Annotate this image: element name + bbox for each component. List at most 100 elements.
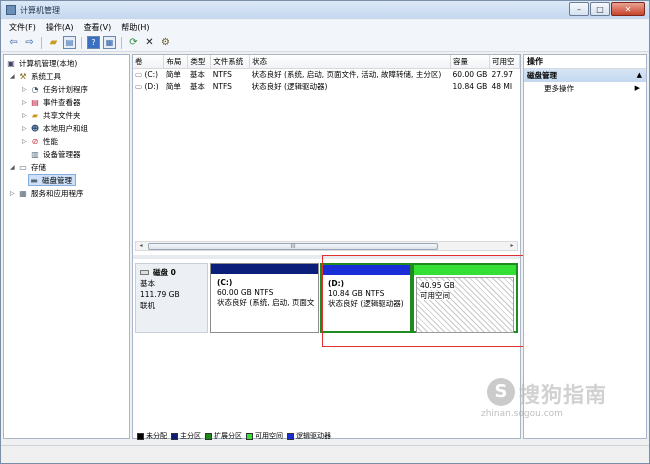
- actions-section-disk-management[interactable]: 磁盘管理 ▲: [524, 69, 646, 82]
- disk-size: 111.79 GB: [140, 290, 180, 299]
- expanded-arrow-icon[interactable]: ◢: [10, 164, 18, 171]
- navigation-tree: ▣ 计算机管理(本地) ◢ ⚒ 系统工具 ▷ ◔ 任务计划程序 ▷ ▤ 事件查看…: [3, 54, 130, 439]
- legend-swatch: [287, 432, 294, 440]
- partition-c-bar: [211, 264, 318, 274]
- event-viewer-icon: ▤: [31, 97, 39, 107]
- column-header-layout[interactable]: 布局: [163, 55, 189, 69]
- menu-action[interactable]: 操作(A): [46, 22, 74, 33]
- title-bar[interactable]: 计算机管理 – □ ✕: [1, 1, 649, 19]
- tree-item-storage[interactable]: ◢ ▭ 存储: [10, 161, 46, 173]
- show-hide-tree-icon[interactable]: ▤: [63, 36, 76, 49]
- tree-item-system-tools[interactable]: ◢ ⚒ 系统工具: [10, 70, 61, 82]
- column-header-filesystem[interactable]: 文件系统: [210, 55, 251, 69]
- scroll-right-icon[interactable]: ▸: [507, 242, 517, 250]
- column-header-free-space[interactable]: 可用空: [489, 55, 520, 69]
- legend-label: 逻辑驱动器: [296, 432, 331, 440]
- legend-swatch: [171, 432, 178, 440]
- help-icon[interactable]: ?: [87, 36, 100, 49]
- disk-name: 磁盘 0: [153, 268, 176, 277]
- actions-header: 操作: [524, 55, 646, 69]
- horizontal-scrollbar[interactable]: ◂ III ▸: [135, 241, 518, 251]
- tree-item-local-users-groups[interactable]: ▷ ☻ 本地用户和组: [22, 122, 88, 134]
- collapsed-arrow-icon[interactable]: ▷: [22, 112, 30, 119]
- properties-icon[interactable]: ▦: [103, 36, 116, 49]
- device-manager-icon: ▥: [31, 149, 39, 159]
- toolbar-separator: [41, 36, 42, 49]
- table-row[interactable]: ▭ (D:) 简单 基本 NTFS 状态良好 (逻辑驱动器) 10.84 GB …: [133, 80, 520, 92]
- legend-label: 主分区: [180, 432, 201, 440]
- collapsed-arrow-icon[interactable]: ▷: [22, 86, 30, 93]
- computer-icon: ▣: [7, 58, 15, 68]
- tree-item-disk-management[interactable]: ▬ 磁盘管理: [28, 174, 76, 186]
- legend-label: 可用空间: [255, 432, 283, 440]
- legend-item-logical-drive: 逻辑驱动器: [287, 431, 331, 441]
- menu-bar: 文件(F) 操作(A) 查看(V) 帮助(H): [1, 20, 649, 34]
- back-arrow-icon[interactable]: ⇦: [7, 36, 20, 49]
- watermark-url: zhinan.sogou.com: [481, 409, 563, 419]
- menu-help[interactable]: 帮助(H): [121, 22, 149, 33]
- tree-item-services-applications[interactable]: ▷ ▦ 服务和应用程序: [10, 187, 84, 199]
- tree-item-task-scheduler[interactable]: ▷ ◔ 任务计划程序: [22, 83, 88, 95]
- partition-d-bar: [322, 265, 410, 275]
- column-header-status[interactable]: 状态: [249, 55, 452, 69]
- toolbar-separator: [81, 36, 82, 49]
- folder-up-icon[interactable]: ▰: [47, 36, 60, 49]
- tree-item-event-viewer[interactable]: ▷ ▤ 事件查看器: [22, 96, 81, 108]
- clock-icon: ◔: [31, 84, 39, 94]
- delete-icon[interactable]: ✕: [143, 36, 156, 49]
- column-header-type[interactable]: 类型: [187, 55, 212, 69]
- partition-d[interactable]: (D:) 10.84 GB NTFS 状态良好 (逻辑驱动器): [320, 263, 412, 333]
- partition-size: 10.84 GB NTFS: [328, 289, 385, 298]
- legend-item-extended: 扩展分区: [205, 431, 242, 441]
- tree-item-label: 计算机管理(本地): [19, 58, 78, 68]
- scrollbar-thumb[interactable]: III: [148, 243, 438, 250]
- users-icon: ☻: [30, 123, 40, 133]
- legend-swatch: [246, 432, 253, 440]
- cell-type: 基本: [189, 81, 205, 91]
- column-header-volume[interactable]: 卷: [133, 55, 165, 69]
- partition-c[interactable]: (C:) 60.00 GB NTFS 状态良好 (系统, 启动, 页面文: [210, 263, 319, 333]
- computer-management-window: 计算机管理 – □ ✕ 文件(F) 操作(A) 查看(V) 帮助(H) ⇦ ⇨ …: [0, 0, 650, 464]
- legend-item-unallocated: 未分配: [137, 431, 167, 441]
- action-more-actions[interactable]: 更多操作 ▶: [524, 82, 646, 95]
- disk-0-info[interactable]: 磁盘 0 基本 111.79 GB 联机: [135, 263, 208, 333]
- partition-label: (D:): [328, 279, 345, 288]
- menu-file[interactable]: 文件(F): [9, 22, 36, 33]
- tree-item-device-manager[interactable]: ▥ 设备管理器: [30, 148, 80, 160]
- disk-settings-icon[interactable]: ⚙: [159, 36, 172, 49]
- legend-item-free-space: 可用空间: [246, 431, 283, 441]
- table-row[interactable]: ▭ (C:) 简单 基本 NTFS 状态良好 (系统, 启动, 页面文件, 活动…: [133, 68, 520, 80]
- close-button[interactable]: ✕: [611, 2, 645, 16]
- refresh-icon[interactable]: ⟳: [127, 36, 140, 49]
- collapse-up-icon[interactable]: ▲: [637, 69, 642, 82]
- tools-icon: ⚒: [19, 71, 27, 81]
- menu-view[interactable]: 查看(V): [84, 22, 112, 33]
- cell-free-space: 27.97: [491, 69, 513, 79]
- cell-volume: (C:): [144, 69, 159, 79]
- table-header-row: 卷 布局 类型 文件系统 状态 容量 可用空: [133, 55, 520, 69]
- tree-item-performance[interactable]: ▷ ⊘ 性能: [22, 135, 58, 147]
- partition-label: (C:): [217, 278, 233, 287]
- free-space-bar: [414, 265, 516, 275]
- maximize-button[interactable]: □: [590, 2, 610, 16]
- tree-item-label: 磁盘管理: [42, 175, 72, 185]
- cell-capacity: 60.00 GB: [452, 69, 488, 79]
- disk-icon: [140, 270, 149, 275]
- collapsed-arrow-icon[interactable]: ▷: [22, 125, 30, 132]
- minimize-button[interactable]: –: [569, 2, 589, 16]
- forward-arrow-icon[interactable]: ⇨: [23, 36, 36, 49]
- collapsed-arrow-icon[interactable]: ▷: [22, 138, 30, 145]
- collapsed-arrow-icon[interactable]: ▷: [10, 190, 18, 197]
- expanded-arrow-icon[interactable]: ◢: [10, 73, 18, 80]
- services-icon: ▦: [19, 188, 27, 198]
- partition-free-space[interactable]: 40.95 GB 可用空间: [412, 263, 518, 333]
- column-header-capacity[interactable]: 容量: [450, 55, 490, 69]
- tree-item-computer-management[interactable]: ▣ 计算机管理(本地): [6, 57, 77, 69]
- tree-item-shared-folders[interactable]: ▷ ▰ 共享文件夹: [22, 109, 81, 121]
- collapsed-arrow-icon[interactable]: ▷: [22, 99, 30, 106]
- scroll-left-icon[interactable]: ◂: [136, 242, 146, 250]
- cell-capacity: 10.84 GB: [452, 81, 488, 91]
- cell-filesystem: NTFS: [212, 81, 232, 91]
- partition-legend: 未分配 主分区 扩展分区 可用空间 逻辑驱动器: [133, 432, 520, 440]
- submenu-arrow-icon: ▶: [634, 84, 640, 92]
